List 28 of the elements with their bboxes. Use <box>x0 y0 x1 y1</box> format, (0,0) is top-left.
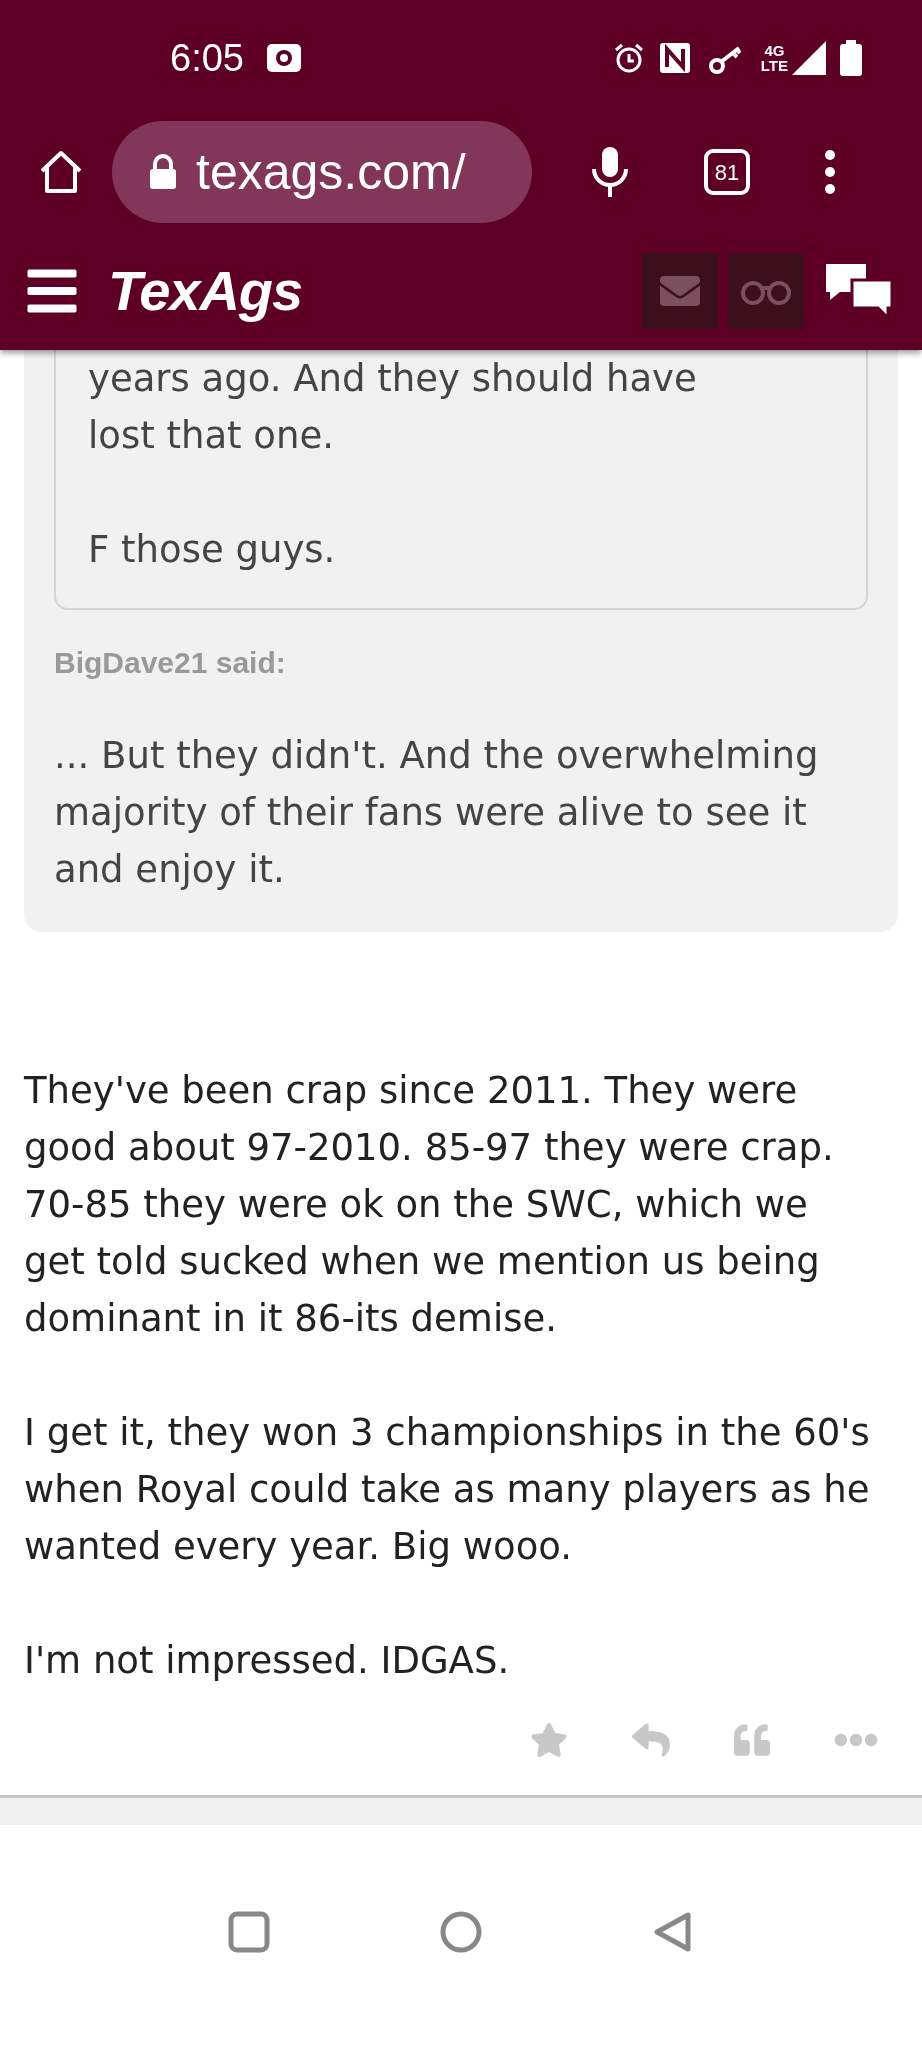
post-paragraph: They've been crap since 2011. They were good about 97-2010. 85-97 they were crap. 70-85 they were ok on the SWC, which we get told sucked when we mention us being dominant in it 86-its demise. <box>24 1068 835 1342</box>
more-icon[interactable] <box>824 149 836 195</box>
alarm-icon <box>612 42 645 74</box>
quote-author: BigDave21 said: <box>54 645 287 681</box>
url-text: texags.com/ <box>196 142 466 202</box>
back-icon[interactable] <box>652 1910 694 1953</box>
binoculars-button[interactable] <box>728 253 804 329</box>
microphone-icon[interactable] <box>590 145 630 199</box>
site-logo[interactable]: TexAgs <box>108 249 303 333</box>
quote-paragraph: F those guys. <box>88 527 337 573</box>
address-bar[interactable]: texags.com/ <box>112 121 532 223</box>
network-type: 4G LTE <box>760 43 788 73</box>
home-icon[interactable] <box>38 149 84 195</box>
lock-icon <box>148 154 178 190</box>
quote-paragraph: years ago. And they should have lost that one. <box>88 356 698 459</box>
post-paragraph: I'm not impressed. IDGAS. <box>24 1638 511 1684</box>
clock-time: 6:05 <box>170 35 244 81</box>
post-paragraph: I get it, they won 3 championships in the 60's when Royal could take as many players as he wanted every year. Big wooo. <box>24 1410 871 1570</box>
messages-button[interactable] <box>642 253 718 329</box>
quote-text: ... But they didn't. And the overwhelming majority of their fans were alive to see it and enjoy it. <box>54 733 820 893</box>
signal-icon <box>792 41 826 75</box>
screen-record-icon <box>265 43 302 73</box>
star-icon[interactable] <box>530 1721 568 1759</box>
tab-count-button[interactable]: 81 <box>704 149 750 195</box>
recents-icon[interactable] <box>228 1910 270 1953</box>
nfc-icon <box>658 42 691 74</box>
home-circle-icon[interactable] <box>440 1910 482 1953</box>
battery-icon <box>840 40 862 76</box>
